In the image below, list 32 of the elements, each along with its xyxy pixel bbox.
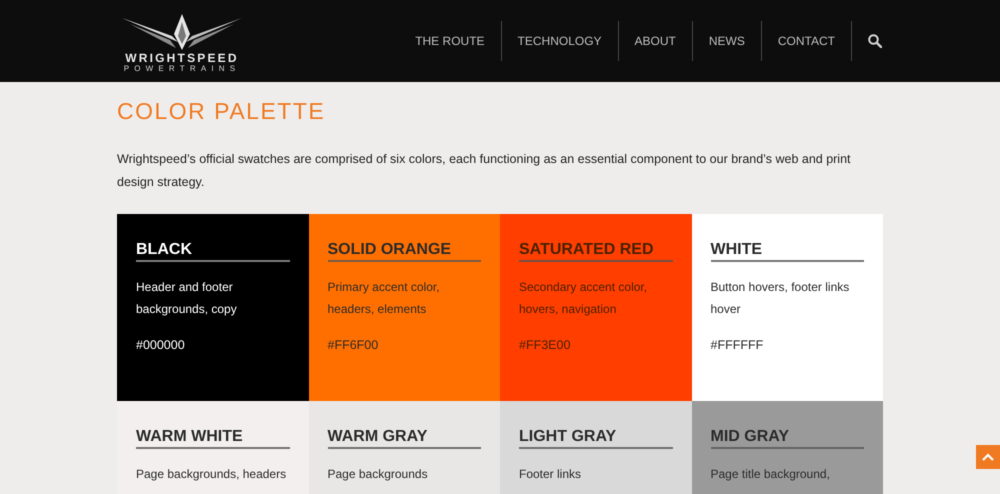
scroll-top-button[interactable] xyxy=(976,445,1000,469)
swatch-name: MID GRAY xyxy=(710,427,790,447)
swatch-description: Footer links xyxy=(519,466,582,483)
swatch-name: WARM GRAY xyxy=(328,427,428,447)
swatch-description: Button hovers, footer links hover xyxy=(710,279,850,318)
nav-link[interactable]: CONTACT xyxy=(762,21,852,61)
hex-code: #FF6F00 xyxy=(328,338,380,352)
nav-link[interactable]: ABOUT xyxy=(618,21,693,61)
logo-tagline: POWERTRAINS xyxy=(124,64,240,72)
nav-link[interactable]: TECHNOLOGY xyxy=(502,21,619,61)
nav-link[interactable]: THE ROUTE xyxy=(415,21,502,61)
intro-paragraph: Wrightspeed’s official swatches are comprised of six colors, each functioning as an essential component to our brand’s web and print design strategy. xyxy=(117,151,852,191)
swatch-name: WARM WHITE xyxy=(136,427,244,447)
swatch-name: SATURATED RED xyxy=(519,240,655,260)
swatch-name: SOLID ORANGE xyxy=(328,240,452,260)
swatch-name: BLACK xyxy=(136,240,193,260)
chevron-up-icon xyxy=(982,453,994,461)
hex-code: #FF3E00 xyxy=(519,338,572,352)
hex-code: #000000 xyxy=(136,338,186,352)
swatch-description: Page backgrounds xyxy=(328,466,429,483)
swatch-description: Header and footer backgrounds, copy xyxy=(136,279,238,318)
page-title: COLOR PALETTE xyxy=(117,97,326,126)
hex-code: #FFFFFF xyxy=(710,338,764,352)
nav-link[interactable]: NEWS xyxy=(692,21,762,61)
swatch-description: Secondary accent color, hovers, navigation xyxy=(519,279,648,318)
swatch-name: WHITE xyxy=(710,240,764,260)
swatch-description: Page backgrounds, headers xyxy=(136,466,288,483)
swatch-description: Primary accent color, headers, elements xyxy=(328,279,441,318)
swatch-description: Page title background, xyxy=(710,466,831,483)
logo-name: WRIGHTSPEED xyxy=(125,52,239,64)
swatch-name: LIGHT GRAY xyxy=(519,427,618,447)
search-icon[interactable] xyxy=(868,34,882,48)
